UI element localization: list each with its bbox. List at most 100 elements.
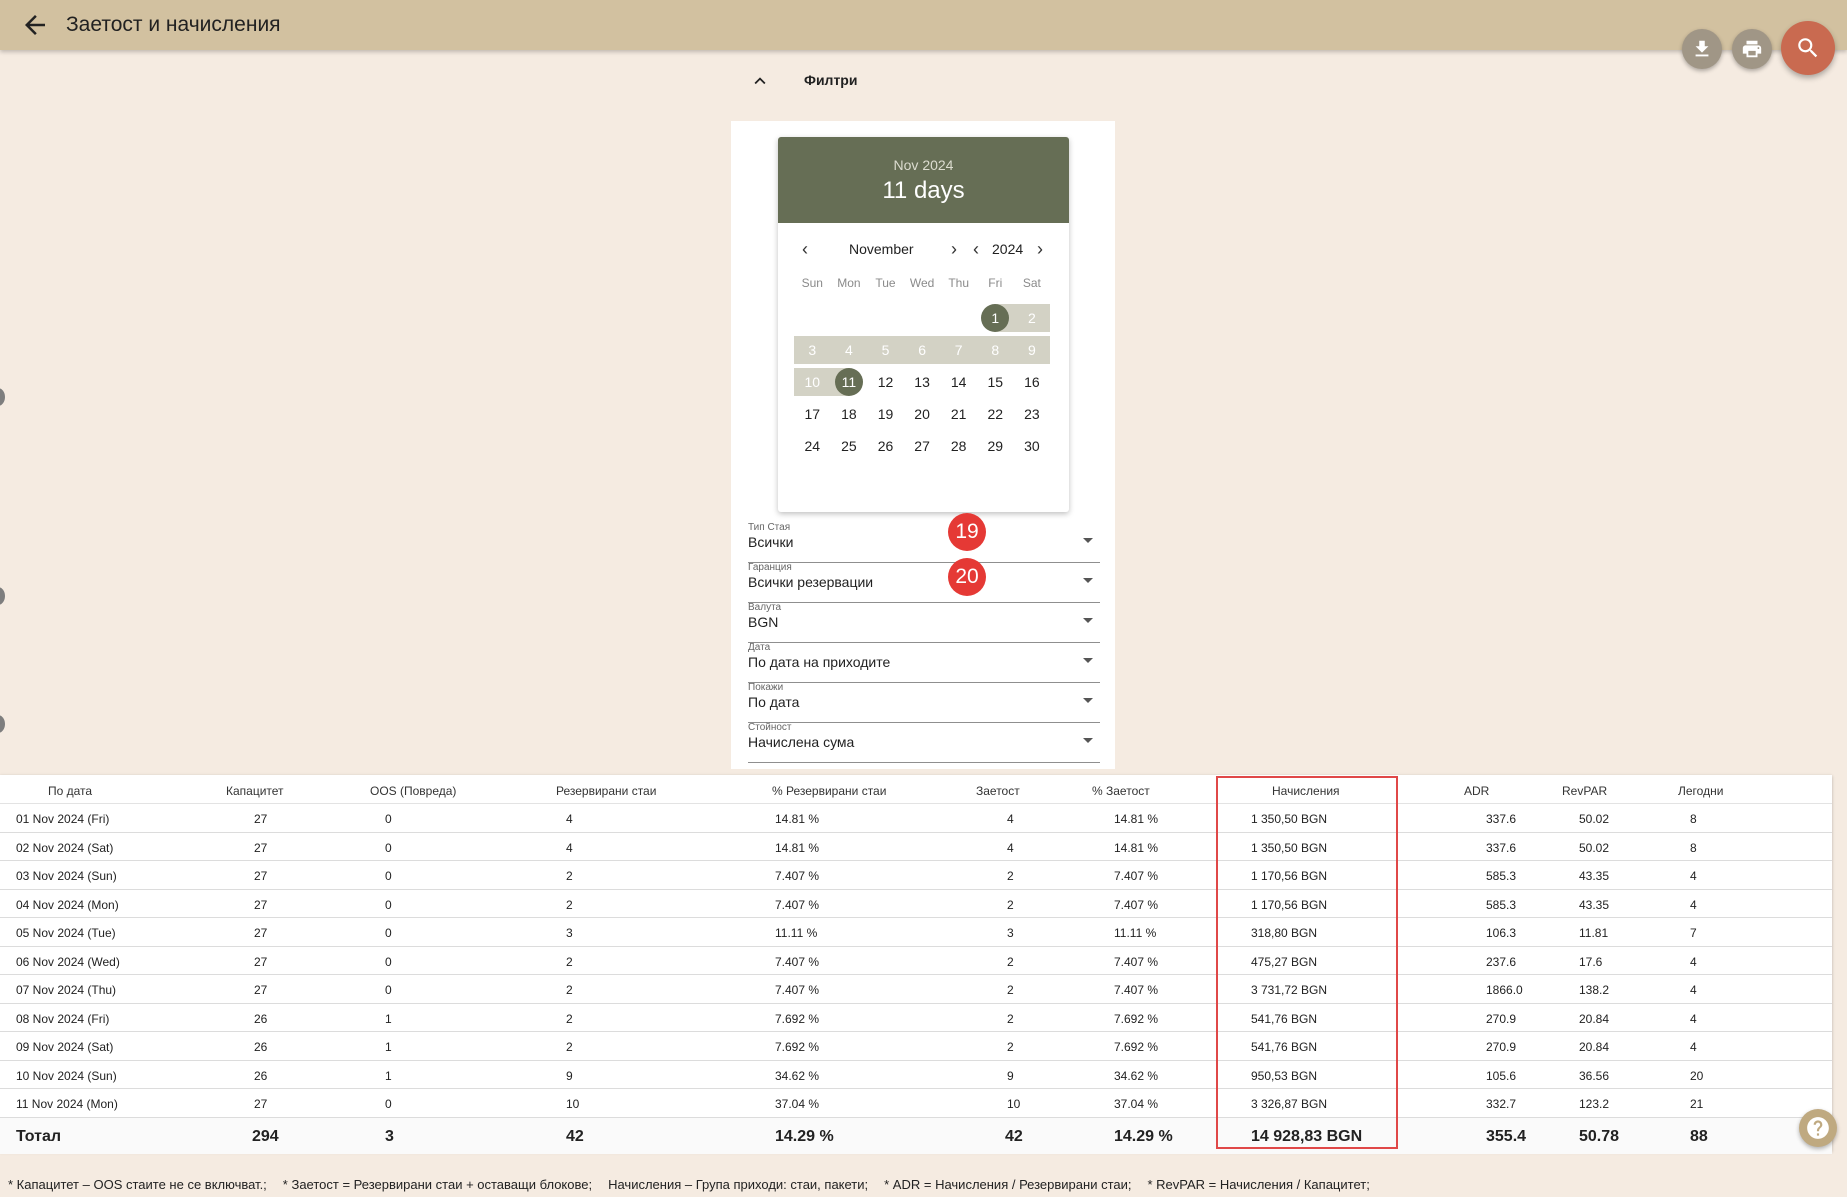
day-cell[interactable]: 15 xyxy=(977,368,1014,396)
total-cell: 42 xyxy=(1005,1127,1023,1145)
day-cell[interactable]: 1 xyxy=(977,304,1014,332)
table-cell: 09 Nov 2024 (Sat) xyxy=(16,1040,114,1054)
page-title: Заетост и начисления xyxy=(66,13,281,36)
day-cell[interactable]: 21 xyxy=(940,400,977,428)
table-cell: 7.692 % xyxy=(1114,1040,1159,1054)
day-cell[interactable]: 20 xyxy=(904,400,941,428)
table-cell: 36.56 xyxy=(1579,1068,1610,1083)
total-cell: 14.29 % xyxy=(775,1127,834,1145)
column-header[interactable]: Резервирани стаи xyxy=(556,784,656,798)
day-cell[interactable]: 6 xyxy=(903,336,941,364)
table-cell: 7.407 % xyxy=(775,954,820,969)
filters-collapse-button[interactable] xyxy=(749,70,771,92)
chevron-up-icon xyxy=(754,77,766,85)
table-cell: 27 xyxy=(254,840,268,855)
column-header[interactable]: Начисления xyxy=(1272,784,1340,798)
table-cell: 01 Nov 2024 (Fri) xyxy=(16,812,110,826)
table-cell: 50.02 xyxy=(1579,812,1610,826)
column-header[interactable]: % Заетост xyxy=(1092,784,1150,798)
table-cell: 4 xyxy=(1690,869,1697,883)
table-cell: 27 xyxy=(254,869,268,883)
filter-select[interactable]: Валута BGN xyxy=(748,602,1100,643)
column-header[interactable]: RevPAR xyxy=(1562,784,1607,798)
day-cell[interactable]: 8 xyxy=(977,336,1014,364)
year-label: 2024 xyxy=(992,241,1024,257)
side-handle[interactable] xyxy=(0,388,5,406)
day-cell[interactable]: 9 xyxy=(1013,336,1051,364)
table-cell: 2 xyxy=(566,869,573,883)
search-button[interactable] xyxy=(1781,21,1835,75)
column-header[interactable]: Капацитет xyxy=(226,784,284,798)
day-cell[interactable]: 11 xyxy=(830,368,868,396)
help-button[interactable] xyxy=(1799,1109,1837,1147)
weekday-label: Fri xyxy=(988,276,1003,290)
day-cell[interactable]: 26 xyxy=(867,432,904,460)
day-cell[interactable]: 17 xyxy=(794,400,831,428)
table-cell: 1 xyxy=(385,1068,392,1083)
filter-select[interactable]: Стойност Начислена сума xyxy=(748,722,1100,763)
day-cell[interactable]: 25 xyxy=(831,432,868,460)
column-header[interactable]: % Резервирани стаи xyxy=(772,784,886,798)
side-handle[interactable] xyxy=(0,715,5,733)
column-header[interactable]: ADR xyxy=(1464,784,1489,798)
table-cell: 237.6 xyxy=(1486,954,1517,969)
day-cell[interactable]: 29 xyxy=(977,432,1014,460)
day-cell[interactable]: 3 xyxy=(794,336,831,364)
day-cell[interactable]: 7 xyxy=(940,336,977,364)
table-cell: 27 xyxy=(254,1097,268,1111)
table-cell: 0 xyxy=(385,840,392,855)
day-cell[interactable]: 4 xyxy=(830,336,868,364)
filter-select[interactable]: Покажи По дата xyxy=(748,682,1100,723)
day-cell[interactable]: 30 xyxy=(1014,432,1051,460)
weekday-label: Sun xyxy=(801,276,823,290)
footnote: Начисления – Група приходи: стаи, пакети… xyxy=(608,1177,869,1192)
table-cell: 4 xyxy=(1690,897,1697,912)
table-cell: 475,27 BGN xyxy=(1251,954,1318,969)
next-year-icon[interactable]: › xyxy=(1037,239,1043,260)
annotation-badge: 19 xyxy=(948,513,986,551)
day-cell[interactable]: 14 xyxy=(940,368,977,396)
day-cell[interactable]: 27 xyxy=(904,432,941,460)
day-cell[interactable]: 12 xyxy=(867,368,904,396)
day-cell[interactable]: 22 xyxy=(977,400,1014,428)
day-cell[interactable]: 18 xyxy=(831,400,868,428)
dropdown-caret-icon xyxy=(1083,658,1093,663)
day-cell[interactable]: 13 xyxy=(904,368,941,396)
table-cell: 1 xyxy=(385,1011,392,1026)
back-button[interactable] xyxy=(20,10,50,40)
table-cell: 1 170,56 BGN xyxy=(1251,897,1328,912)
day-cell[interactable]: 19 xyxy=(867,400,904,428)
column-header[interactable]: По дата xyxy=(48,784,92,798)
prev-month-icon[interactable]: ‹ xyxy=(802,239,808,260)
column-header[interactable]: Заетост xyxy=(976,784,1020,798)
day-cell[interactable]: 10 xyxy=(794,368,831,396)
day-cell[interactable]: 24 xyxy=(794,432,831,460)
prev-year-icon[interactable]: ‹ xyxy=(973,239,979,260)
filter-select[interactable]: Тип Стая Всички xyxy=(748,522,1100,563)
day-cell[interactable]: 2 xyxy=(1013,304,1051,332)
total-cell: 355.4 xyxy=(1486,1127,1527,1145)
table-cell: 10 Nov 2024 (Sun) xyxy=(16,1068,117,1083)
day-cell[interactable]: 16 xyxy=(1014,368,1051,396)
day-cell[interactable]: 23 xyxy=(1014,400,1051,428)
filter-select[interactable]: Дата По дата на приходите xyxy=(748,642,1100,683)
print-button[interactable] xyxy=(1732,29,1772,69)
next-month-icon[interactable]: › xyxy=(951,239,957,260)
day-cell[interactable]: 5 xyxy=(867,336,904,364)
print-icon xyxy=(1742,40,1762,58)
column-header[interactable]: OOS (Повреда) xyxy=(370,784,456,798)
table-cell: 0 xyxy=(385,869,392,883)
table-cell: 04 Nov 2024 (Mon) xyxy=(16,897,119,912)
table-cell: 4 xyxy=(1690,1040,1697,1054)
table-cell: 0 xyxy=(385,926,392,940)
side-handle[interactable] xyxy=(0,587,5,605)
dropdown-caret-icon xyxy=(1083,738,1093,743)
footnote: * Капацитет – OOS стаите не се включват.… xyxy=(8,1177,267,1192)
day-cell[interactable]: 28 xyxy=(940,432,977,460)
footnote: * ADR = Начисления / Резервирани стаи; xyxy=(884,1177,1132,1192)
download-button[interactable] xyxy=(1682,29,1722,69)
table-cell: 7.407 % xyxy=(775,869,820,883)
filter-select[interactable]: Гаранция Всички резервации xyxy=(748,562,1100,603)
column-header[interactable]: Легодни xyxy=(1678,784,1723,798)
table-row: 08 Nov 2024 (Fri) 26 1 2 7.692 % 2 7.692 % 541,… xyxy=(0,1004,1832,1032)
